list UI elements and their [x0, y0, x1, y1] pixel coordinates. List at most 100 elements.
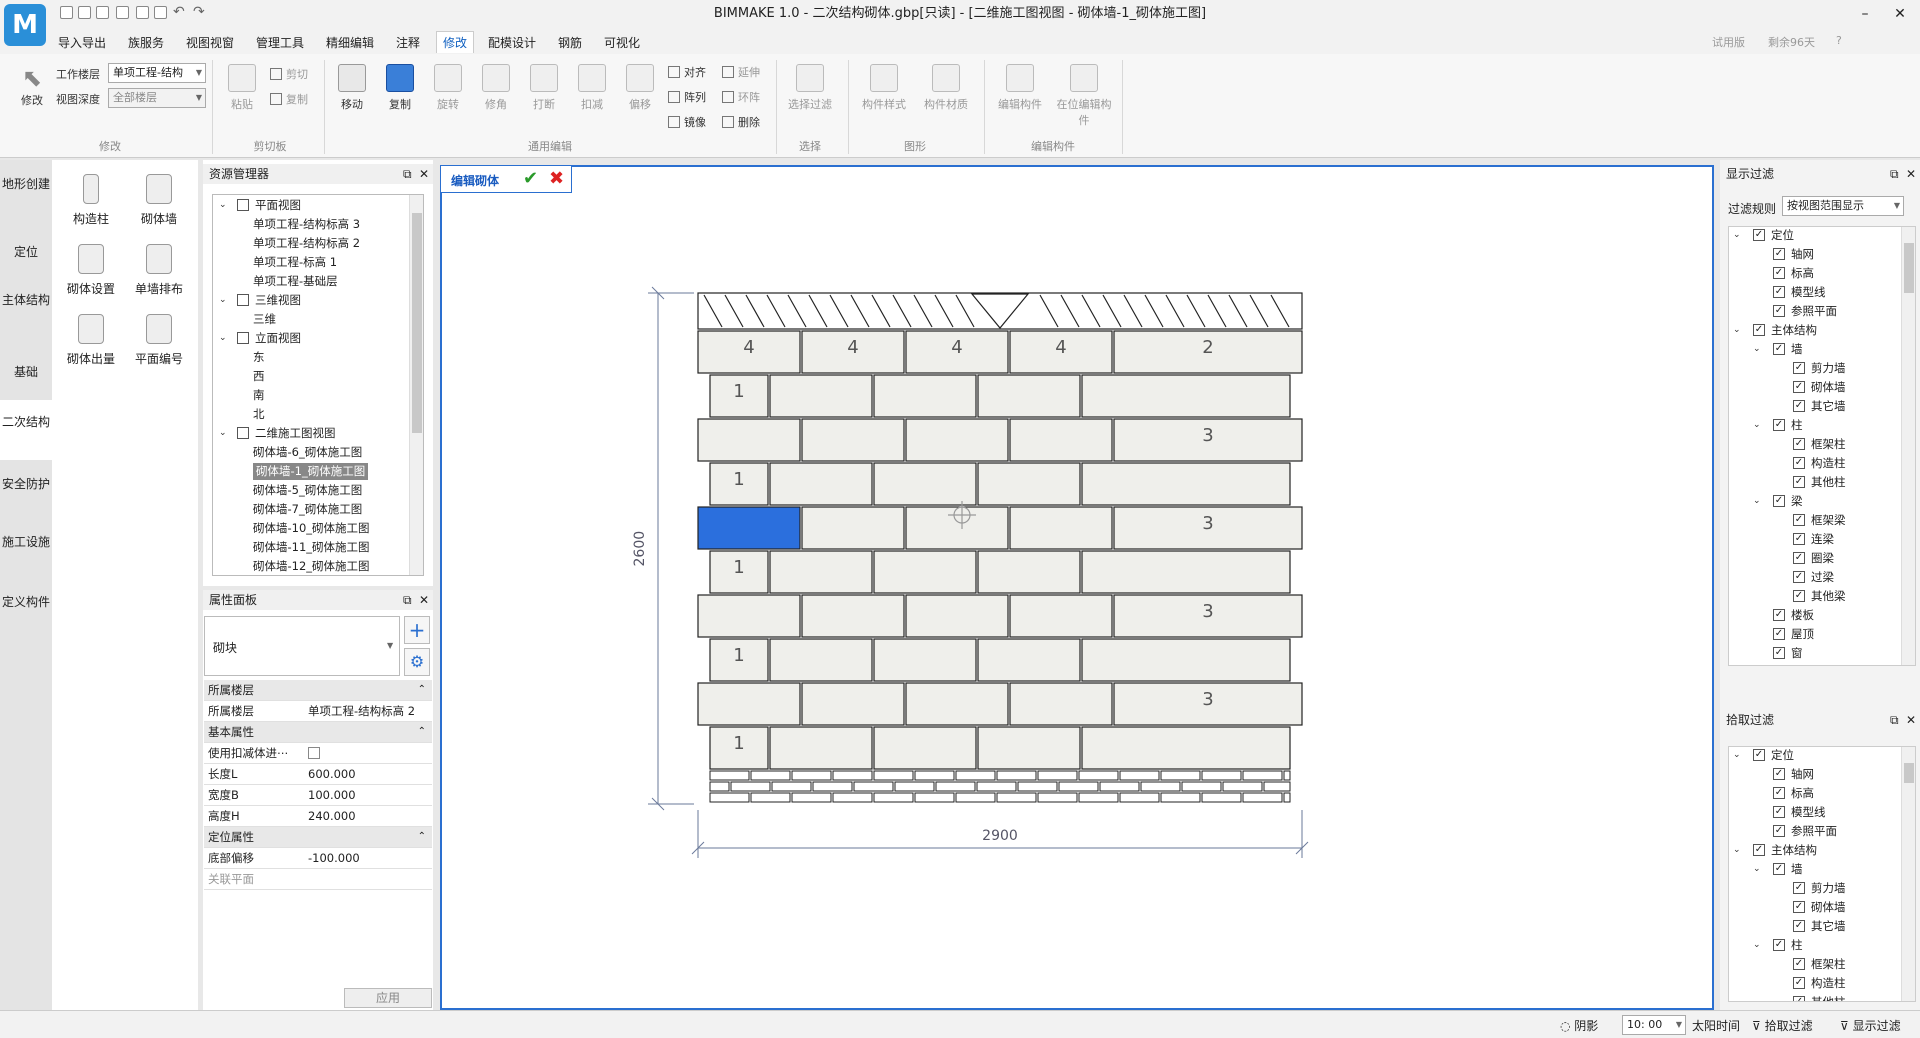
masonry-wall-tool[interactable]: 砌体墙 [124, 174, 194, 227]
single-wall-layout-tool[interactable]: 单墙排布 [124, 244, 194, 297]
filter-checkbox[interactable]: ✓ [1773, 609, 1785, 621]
filter-item[interactable]: 其他梁 [1811, 588, 1846, 604]
expand-chevron-icon[interactable]: ⌄ [1733, 325, 1741, 335]
display-filter-toggle[interactable]: ⊽ 显示过滤 [1840, 1017, 1901, 1034]
filter-checkbox[interactable]: ✓ [1773, 768, 1785, 780]
filter-checkbox[interactable]: ✓ [1793, 958, 1805, 970]
redo-icon[interactable]: ↷ [193, 4, 205, 20]
menu-view-window[interactable]: 视图视窗 [180, 32, 240, 53]
property-value[interactable]: 单项工程-结构标高 2 [308, 701, 415, 721]
filter-checkbox[interactable]: ✓ [1793, 400, 1805, 412]
filter-rule-select[interactable]: 按视图范围显示 ▼ [1782, 196, 1904, 216]
masonry-settings-tool[interactable]: 砌体设置 [56, 244, 126, 297]
filter-checkbox[interactable]: ✓ [1793, 590, 1805, 602]
filter-checkbox[interactable]: ✓ [1793, 476, 1805, 488]
array-button[interactable]: 阵列 [668, 89, 706, 105]
offset-button[interactable]: 偏移 [618, 64, 662, 112]
filter-item[interactable]: 模型线 [1791, 804, 1826, 820]
masonry-block[interactable] [873, 374, 977, 418]
tree-group[interactable]: 立面视图 [255, 330, 301, 347]
expand-chevron-icon[interactable]: ⌄ [219, 200, 227, 210]
tree-item[interactable]: 砌体墙-1_砌体施工图 [253, 463, 369, 480]
tree-group[interactable]: 二维施工图视图 [255, 425, 336, 442]
tab-define-component[interactable]: 定义构件 [0, 594, 52, 610]
menu-family-service[interactable]: 族服务 [122, 32, 170, 53]
structural-column-tool[interactable]: 构造柱 [56, 174, 126, 227]
masonry-block[interactable] [905, 594, 1009, 638]
masonry-block[interactable] [801, 682, 905, 726]
work-floor-select[interactable]: 单项工程-结构 ▼ [108, 63, 206, 83]
tree-item[interactable]: 砌体墙-12_砌体施工图 [253, 558, 370, 575]
filter-item[interactable]: 参照平面 [1791, 823, 1837, 839]
expand-chevron-icon[interactable]: ⌄ [1753, 940, 1761, 950]
tree-item[interactable]: 单项工程-结构标高 3 [253, 216, 360, 233]
filter-item[interactable]: 墙 [1791, 861, 1803, 877]
masonry-block[interactable] [873, 638, 977, 682]
masonry-block[interactable] [977, 374, 1081, 418]
close-icon[interactable]: ✕ [1906, 710, 1916, 730]
scrollbar-thumb[interactable] [412, 213, 422, 433]
rotate-button[interactable]: 旋转 [426, 64, 470, 112]
masonry-block[interactable] [873, 462, 977, 506]
property-value[interactable]: 240.000 [308, 806, 356, 826]
filter-checkbox[interactable]: ✓ [1773, 939, 1785, 951]
copy-clip-button[interactable]: 复制 [270, 91, 308, 107]
scrollbar-thumb[interactable] [1904, 763, 1914, 783]
filter-checkbox[interactable]: ✓ [1753, 749, 1765, 761]
collapse-chevron-icon[interactable]: ⌃ [418, 827, 426, 847]
filter-item[interactable]: 模型线 [1791, 284, 1826, 300]
filter-item[interactable]: 连梁 [1811, 531, 1834, 547]
expand-chevron-icon[interactable]: ⌄ [1733, 845, 1741, 855]
mirror-button[interactable]: 镜像 [668, 114, 706, 130]
masonry-block[interactable] [769, 550, 873, 594]
tree-group[interactable]: 三维视图 [255, 292, 301, 309]
property-value[interactable]: 600.000 [308, 764, 356, 784]
apply-button[interactable]: 应用 [344, 988, 432, 1008]
filter-checkbox[interactable]: ✓ [1793, 514, 1805, 526]
filter-item[interactable]: 屋顶 [1791, 626, 1814, 642]
filter-scrollbar[interactable] [1901, 227, 1915, 665]
masonry-quantity-tool[interactable]: 砌体出量 [56, 314, 126, 367]
tree-group[interactable]: 平面视图 [255, 197, 301, 214]
pin-icon[interactable]: ⧉ [403, 164, 412, 184]
filter-checkbox[interactable]: ✓ [1793, 920, 1805, 932]
component-material-button[interactable]: 构件材质 [918, 64, 974, 112]
filter-checkbox[interactable]: ✓ [1793, 438, 1805, 450]
tab-positioning[interactable]: 定位 [0, 244, 52, 260]
close-icon[interactable]: ✕ [419, 590, 429, 610]
tree-item[interactable]: 砌体墙-11_砌体施工图 [253, 539, 370, 556]
filter-item[interactable]: 构造柱 [1811, 975, 1846, 991]
expand-chevron-icon[interactable]: ⌄ [1733, 750, 1741, 760]
masonry-block[interactable] [769, 374, 873, 418]
menu-rebar[interactable]: 钢筋 [552, 32, 588, 53]
filter-item[interactable]: 主体结构 [1771, 322, 1817, 338]
masonry-block[interactable] [1081, 374, 1291, 418]
filter-item[interactable]: 定位 [1771, 747, 1794, 763]
expand-chevron-icon[interactable]: ⌄ [1733, 230, 1741, 240]
collapse-chevron-icon[interactable]: ⌃ [418, 680, 426, 700]
masonry-block[interactable] [769, 462, 873, 506]
filter-item[interactable]: 标高 [1791, 265, 1814, 281]
tree-item[interactable]: 东 [253, 349, 265, 366]
pin-icon[interactable]: ⧉ [403, 590, 412, 610]
filter-checkbox[interactable]: ✓ [1773, 647, 1785, 659]
filter-checkbox[interactable]: ✓ [1753, 229, 1765, 241]
filter-checkbox[interactable]: ✓ [1793, 552, 1805, 564]
filter-item[interactable]: 其他柱 [1811, 474, 1846, 490]
tab-construction-facilities[interactable]: 施工设施 [0, 534, 52, 550]
filter-item[interactable]: 框架柱 [1811, 436, 1846, 452]
masonry-block[interactable] [977, 550, 1081, 594]
filter-item[interactable]: 楼板 [1791, 607, 1814, 623]
tree-item[interactable]: 砌体墙-7_砌体施工图 [253, 501, 362, 518]
filter-checkbox[interactable]: ✓ [1773, 628, 1785, 640]
masonry-block[interactable] [1009, 506, 1113, 550]
filter-checkbox[interactable]: ✓ [1793, 457, 1805, 469]
tree-item[interactable]: 单项工程-结构标高 2 [253, 235, 360, 252]
expand-chevron-icon[interactable]: ⌄ [1753, 864, 1761, 874]
tab-secondary-structure[interactable]: 二次结构 [0, 400, 52, 460]
filter-checkbox[interactable]: ✓ [1773, 419, 1785, 431]
tab-foundation[interactable]: 基础 [0, 364, 52, 380]
menu-manage-tools[interactable]: 管理工具 [250, 32, 310, 53]
move-button[interactable]: 移动 [330, 64, 374, 112]
filter-item[interactable]: 柱 [1791, 937, 1803, 953]
